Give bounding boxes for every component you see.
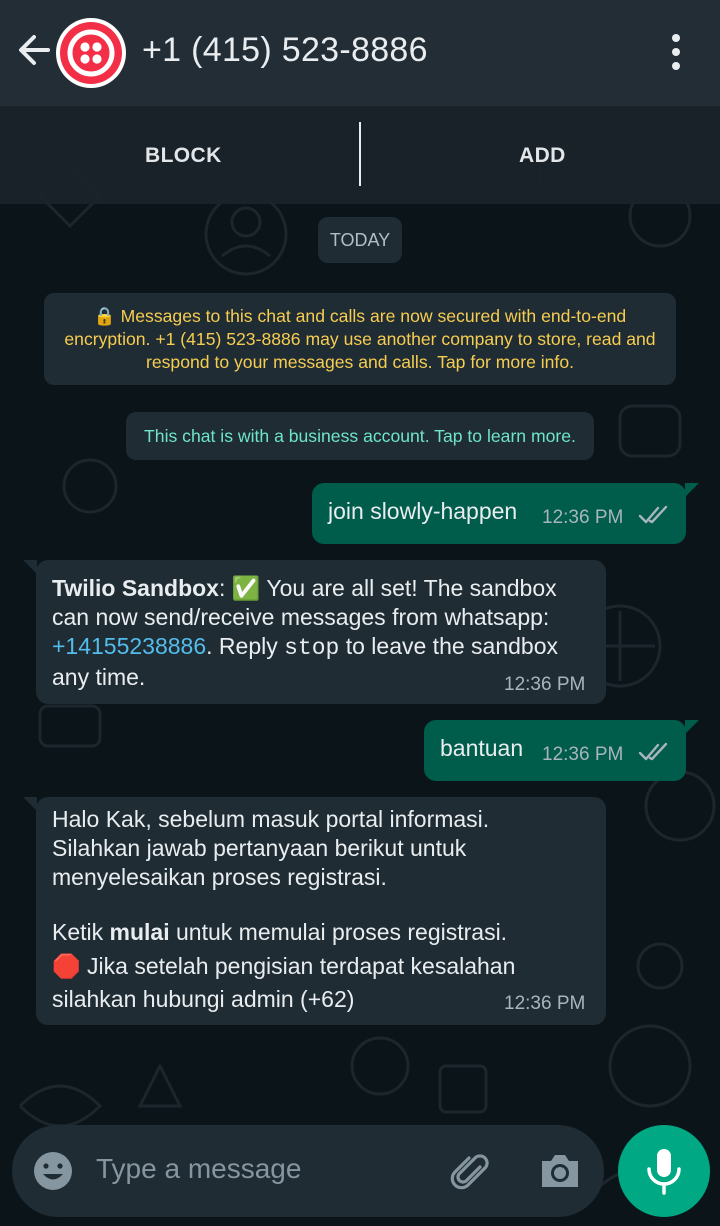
phone-link[interactable]: +14155238886 [52,633,206,659]
twilio-logo [60,22,122,84]
double-check-icon [638,742,668,761]
message-text: bantuan [440,735,524,761]
block-button[interactable]: BLOCK [145,144,222,168]
message-time: 12:36 PM [504,674,586,695]
emoji-icon[interactable] [32,1150,74,1192]
date-label: TODAY [329,230,391,250]
contact-title[interactable]: +1 (415) 523-8886 [142,28,428,72]
check-mark-emoji: ✅ [231,575,261,601]
message-time: 12:36 PM [504,993,586,1014]
sender-name: Twilio Sandbox [52,575,219,601]
incoming-message[interactable]: Halo Kak, sebelum masuk portal informasi… [23,797,606,1025]
business-notice-text: This chat is with a business account. Ta… [144,426,576,446]
add-button[interactable]: ADD [519,144,566,168]
message-line: Ketik mulai untuk memulai proses registr… [52,919,508,945]
arrow-left-icon[interactable] [14,30,54,70]
bubble-tail [23,560,37,574]
message-line: Halo Kak, sebelum masuk portal informasi… [52,806,490,832]
business-account-notice[interactable]: This chat is with a business account. Ta… [126,412,594,460]
bubble-tail [685,483,699,497]
voice-record-button[interactable] [618,1125,710,1217]
sender-separator: : [218,575,232,601]
paperclip-icon[interactable] [450,1151,494,1195]
message-line: Silahkan jawab pertanyaan berikut untuk [52,835,467,861]
avatar[interactable] [56,18,126,88]
message-text: Halo Kak, sebelum masuk portal informasi… [52,805,592,1014]
message-input[interactable]: Type a message [96,1153,301,1185]
message-time: 12:36 PM [542,507,624,528]
stop-sign-emoji: 🛑 [52,953,81,979]
outgoing-message[interactable]: bantuan 12:36 PM [424,720,699,781]
date-chip: TODAY [318,217,402,263]
message-text-part: . Reply [206,633,285,659]
double-check-icon [638,505,668,524]
message-line: 🛑 Jika setelah pengisian terdapat kesala… [52,953,516,979]
outgoing-message[interactable]: join slowly-happen 12:36 PM [312,483,699,544]
encryption-notice[interactable]: 🔒 Messages to this chat and calls are no… [44,293,676,385]
message-line: menyelesaikan proses registrasi. [52,864,387,890]
message-text: join slowly-happen [328,498,518,524]
camera-icon[interactable] [538,1151,582,1191]
more-vertical-icon[interactable] [662,30,690,74]
encryption-notice-text: 🔒 Messages to this chat and calls are no… [64,306,656,372]
bubble-tail [685,720,699,734]
chat-header: +1 (415) 523-8886 [0,0,720,106]
microphone-icon [647,1149,681,1195]
incoming-message[interactable]: Twilio Sandbox: ✅ You are all set! The s… [23,560,606,704]
bold-keyword: mulai [109,919,170,945]
message-composer: Type a message [12,1125,604,1217]
action-divider [359,122,361,186]
inline-code: stop [284,635,340,661]
message-time: 12:36 PM [542,744,624,765]
bubble-tail [23,797,37,811]
